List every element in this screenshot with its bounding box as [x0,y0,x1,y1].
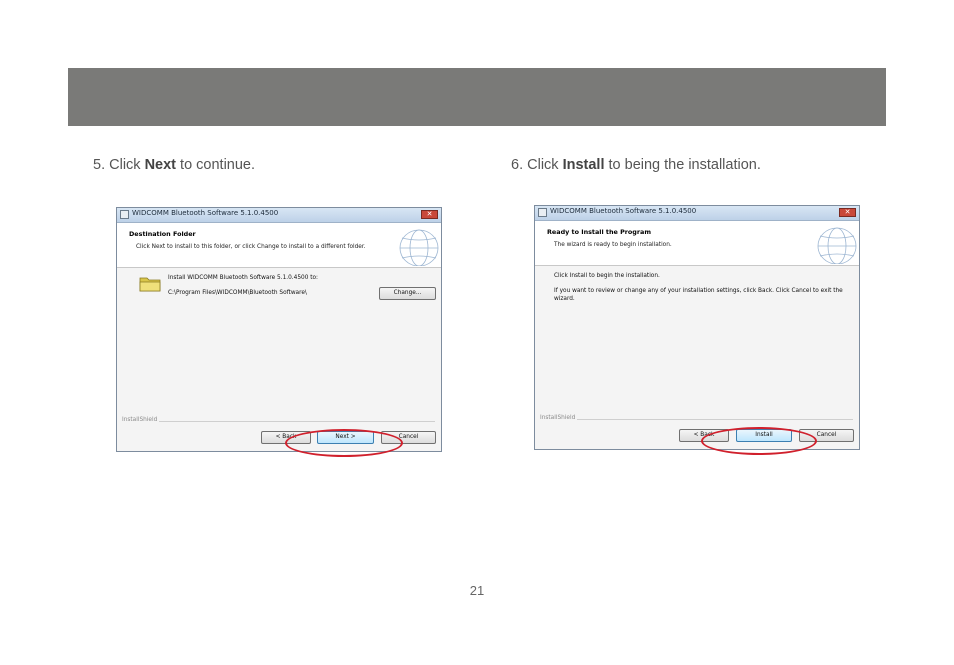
app-icon [538,208,547,217]
header-subtitle: The wizard is ready to begin installatio… [554,242,672,248]
window-titlebar[interactable]: WIDCOMM Bluetooth Software 5.1.0.4500 ✕ [117,208,441,223]
step-6-instruction: 6. Click Install to being the installati… [511,157,761,173]
installshield-divider [577,419,853,420]
header-subtitle: Click Next to install to this folder, or… [136,244,366,250]
folder-icon [139,277,161,292]
globe-icon [817,227,857,264]
header-title: Ready to Install the Program [547,228,651,236]
window-title: WIDCOMM Bluetooth Software 5.1.0.4500 [550,207,697,215]
install-instruction: Click Install to begin the installation. [554,273,660,279]
globe-icon [399,229,439,266]
step-prefix: Click [527,157,559,173]
header-title: Destination Folder [129,230,196,238]
highlight-oval [285,429,403,457]
wizard-header: Ready to Install the Program The wizard … [535,221,859,266]
step-bold-word: Next [144,157,177,173]
window-titlebar[interactable]: WIDCOMM Bluetooth Software 5.1.0.4500 ✕ [535,206,859,221]
ready-to-install-dialog: WIDCOMM Bluetooth Software 5.1.0.4500 ✕ … [534,205,860,455]
install-path: C:\Program Files\WIDCOMM\Bluetooth Softw… [168,290,307,296]
wizard-header: Destination Folder Click Next to install… [117,223,441,268]
close-icon[interactable]: ✕ [421,210,438,219]
header-banner [68,68,886,126]
wizard-body: Click Install to begin the installation.… [535,266,859,430]
destination-folder-dialog: WIDCOMM Bluetooth Software 5.1.0.4500 ✕ … [116,207,442,457]
install-to-label: Install WIDCOMM Bluetooth Software 5.1.0… [168,275,318,281]
window-title: WIDCOMM Bluetooth Software 5.1.0.4500 [132,209,279,217]
page-number: 21 [469,583,485,598]
step-5-instruction: 5. Click Next to continue. [93,157,255,173]
step-suffix: to being the installation. [608,157,761,173]
close-icon[interactable]: ✕ [839,208,856,217]
installshield-divider [159,421,435,422]
highlight-oval [701,427,817,455]
step-number: 6. [511,157,524,173]
change-button[interactable]: Change... [379,287,436,300]
installshield-label: InstallShield [122,417,158,423]
review-instruction: If you want to review or change any of y… [554,288,843,302]
app-icon [120,210,129,219]
wizard-body: Install WIDCOMM Bluetooth Software 5.1.0… [117,268,441,432]
step-bold-word: Install [562,157,605,173]
step-suffix: to continue. [180,157,256,173]
step-prefix: Click [109,157,141,173]
installshield-label: InstallShield [540,415,576,421]
step-number: 5. [93,157,106,173]
